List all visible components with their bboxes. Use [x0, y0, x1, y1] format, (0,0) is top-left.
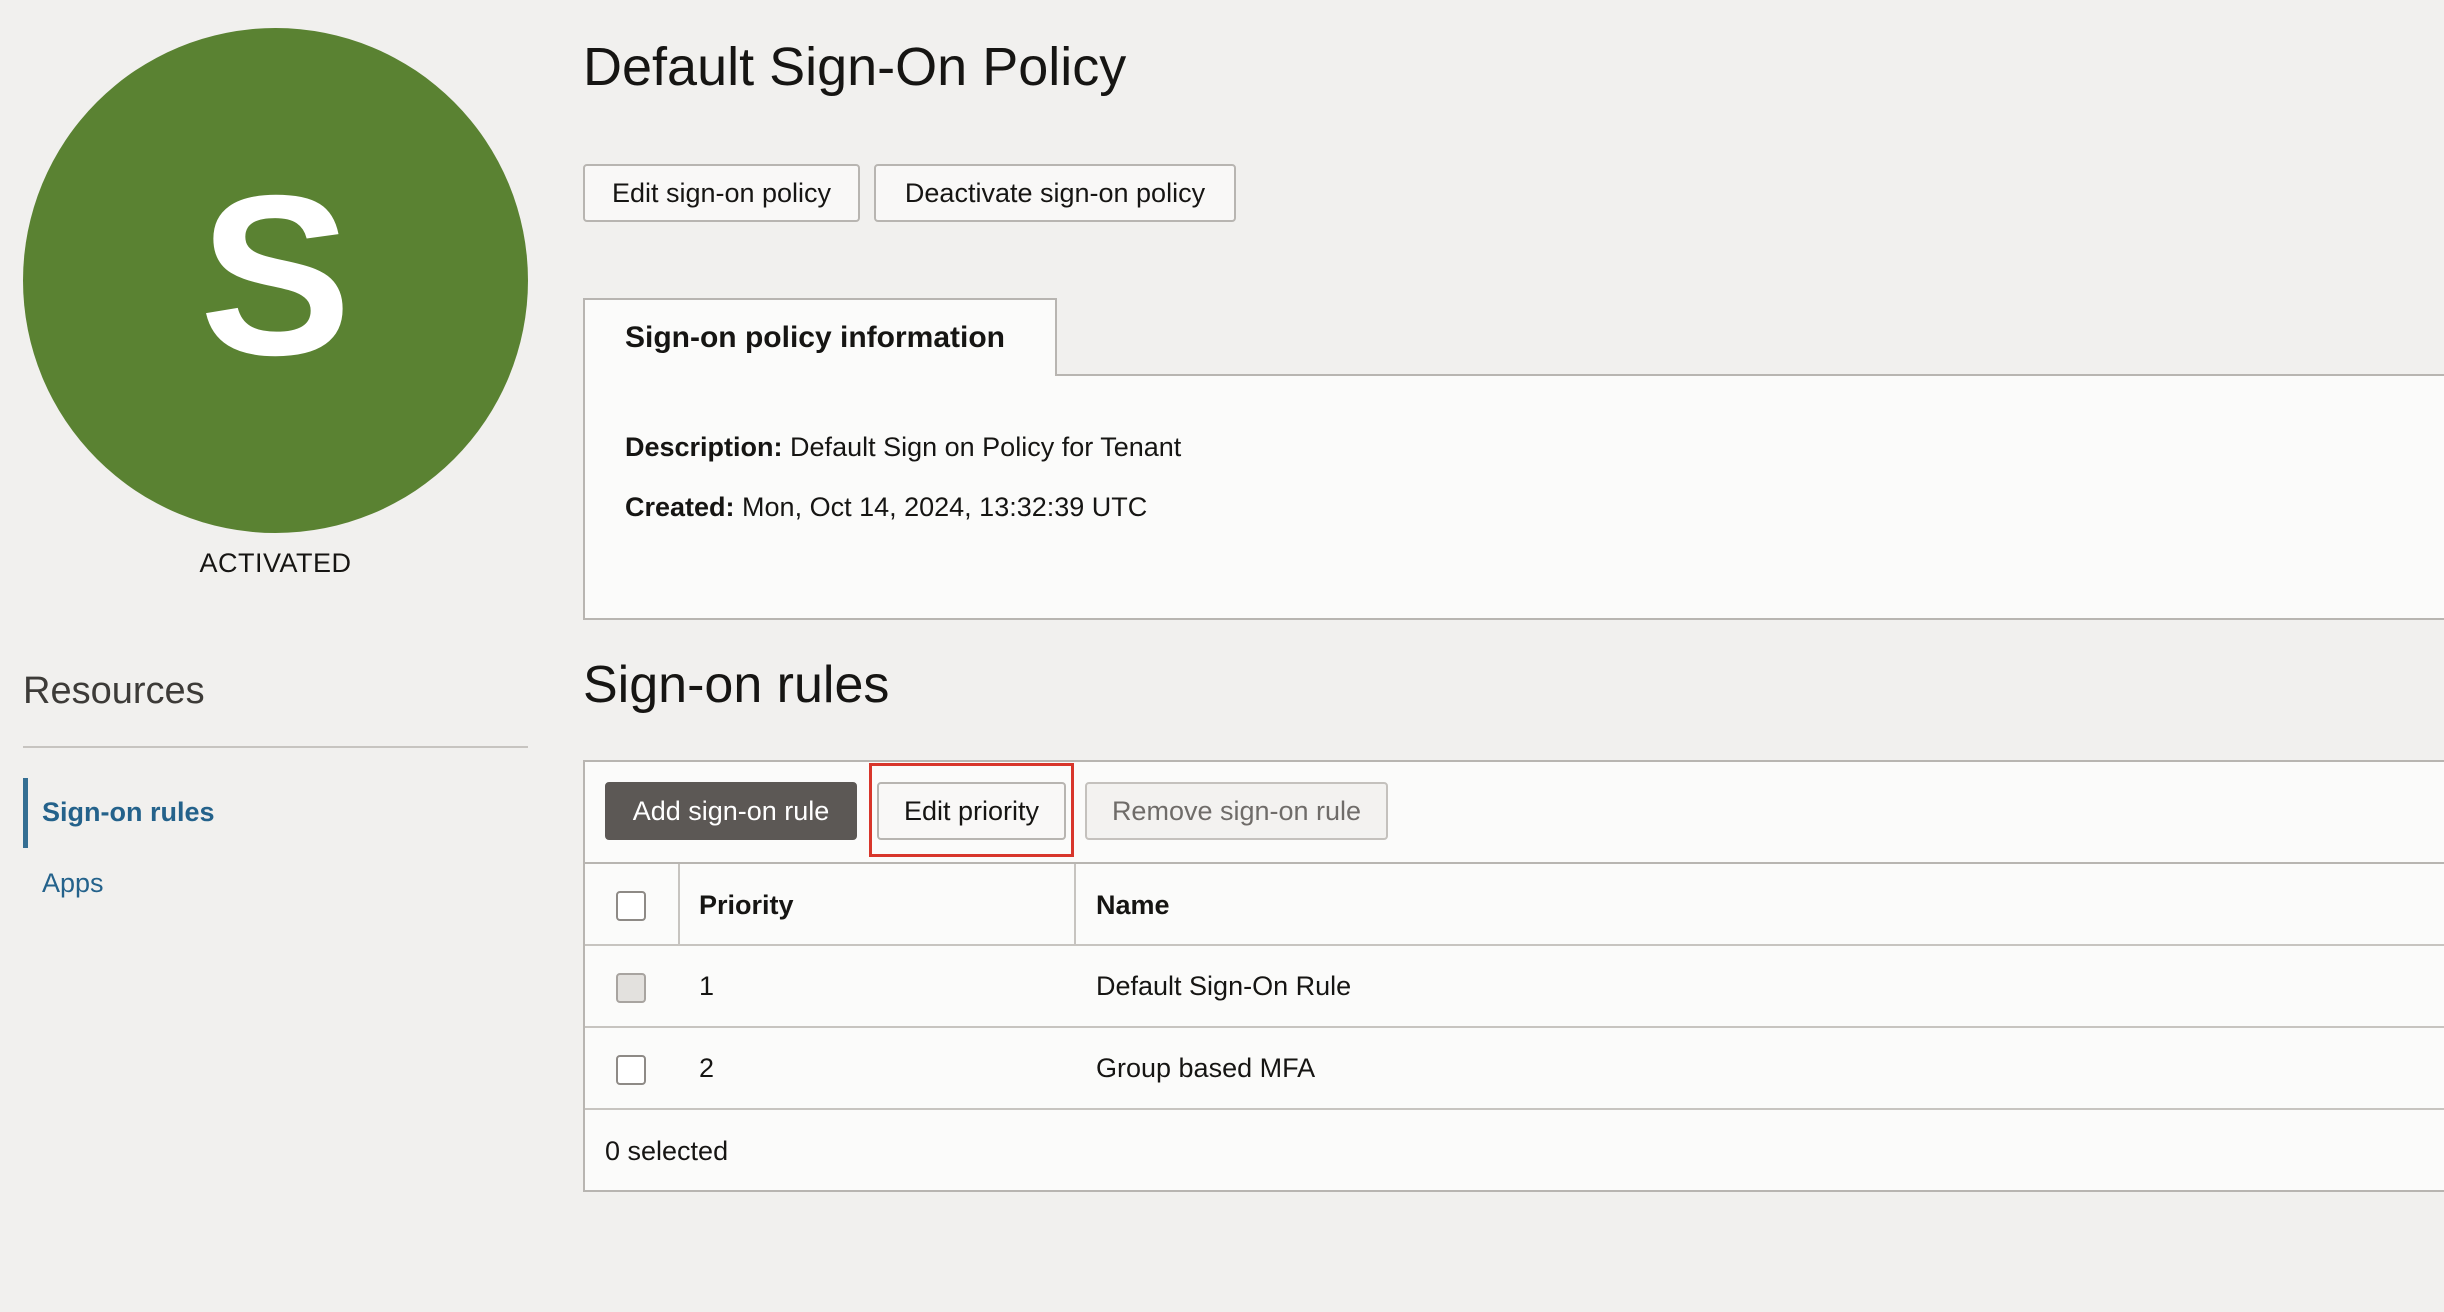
tab-sign-on-policy-information[interactable]: Sign-on policy information — [583, 298, 1057, 376]
column-divider — [1074, 864, 1076, 946]
column-header-priority[interactable]: Priority — [699, 890, 794, 921]
resources-divider — [23, 746, 528, 748]
created-value: Mon, Oct 14, 2024, 13:32:39 UTC — [742, 492, 1148, 522]
section-title: Sign-on rules — [583, 656, 890, 714]
description-label: Description: — [625, 432, 783, 462]
row-name[interactable]: Default Sign-On Rule — [1096, 971, 1351, 1002]
rules-table — [583, 760, 2444, 1192]
deactivate-sign-on-policy-button[interactable]: Deactivate sign-on policy — [874, 164, 1236, 222]
row-checkbox — [616, 973, 646, 1003]
row-priority: 2 — [699, 1053, 715, 1083]
edit-sign-on-policy-button[interactable]: Edit sign-on policy — [583, 164, 860, 222]
page-title: Default Sign-On Policy — [583, 37, 1127, 97]
created-label: Created: — [625, 492, 735, 522]
avatar: S — [23, 28, 528, 533]
active-nav-indicator — [23, 778, 28, 848]
nav-item-apps[interactable]: Apps — [42, 868, 104, 899]
row-divider — [585, 1026, 2444, 1028]
row-name[interactable]: Group based MFA — [1096, 1053, 1315, 1084]
selected-count: 0 selected — [605, 1136, 729, 1166]
description-value: Default Sign on Policy for Tenant — [790, 432, 1182, 462]
created-row: Created: Mon, Oct 14, 2024, 13:32:39 UTC — [625, 492, 1147, 523]
status-label: ACTIVATED — [199, 548, 352, 578]
row-priority: 1 — [699, 971, 715, 1001]
toolbar-divider — [585, 862, 2444, 864]
column-header-name[interactable]: Name — [1096, 890, 1170, 921]
remove-sign-on-rule-button[interactable]: Remove sign-on rule — [1085, 782, 1388, 840]
row-checkbox[interactable] — [616, 1055, 646, 1085]
select-all-checkbox[interactable] — [616, 891, 646, 921]
header-divider — [585, 944, 2444, 946]
highlight-box — [869, 763, 1074, 857]
column-divider — [678, 864, 680, 946]
description-row: Description: Default Sign on Policy for … — [625, 432, 1181, 463]
add-sign-on-rule-button[interactable]: Add sign-on rule — [605, 782, 857, 840]
nav-item-sign-on-rules[interactable]: Sign-on rules — [42, 797, 215, 828]
row-divider — [585, 1108, 2444, 1110]
avatar-letter: S — [199, 148, 352, 403]
tab-label: Sign-on policy information — [625, 321, 1005, 354]
resources-heading: Resources — [23, 670, 205, 712]
